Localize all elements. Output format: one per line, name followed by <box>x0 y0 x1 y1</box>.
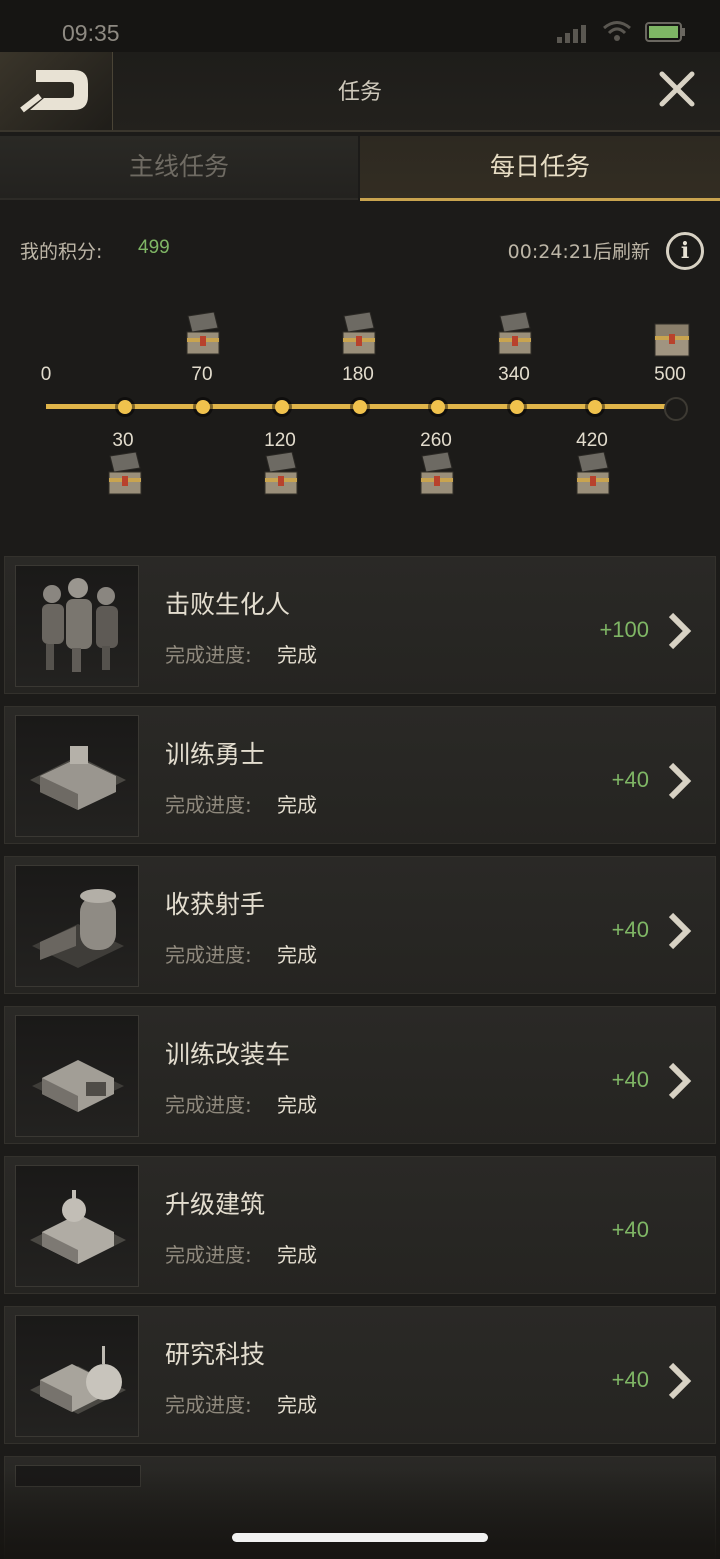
chevron-right-icon[interactable] <box>665 761 693 801</box>
research-lab-icon <box>15 1315 139 1437</box>
task-progress-label: 完成进度: <box>165 1243 252 1267</box>
barracks-icon <box>15 715 139 837</box>
open-chest-icon[interactable] <box>262 452 300 496</box>
header-bar: 任务 <box>0 52 720 132</box>
battery-icon <box>645 22 685 42</box>
milestone-label: 30 <box>112 430 134 451</box>
chevron-right-icon[interactable] <box>665 1061 693 1101</box>
task-row[interactable]: 击败生化人 完成进度: 完成 +100 <box>4 556 716 694</box>
status-bar: 09:35 <box>0 0 720 52</box>
shooter-camp-icon <box>15 865 139 987</box>
milestone-node <box>510 400 524 414</box>
milestone-node <box>431 400 445 414</box>
open-chest-icon[interactable] <box>184 312 222 356</box>
status-time: 09:35 <box>62 20 120 46</box>
chevron-right-icon[interactable] <box>665 611 693 651</box>
milestone-label: 0 <box>40 364 52 385</box>
task-progress-value: 完成 <box>277 1243 317 1267</box>
open-chest-icon[interactable] <box>340 312 378 356</box>
task-progress-value: 完成 <box>277 1393 317 1417</box>
closed-chest-icon[interactable] <box>652 318 692 358</box>
task-reward: +40 <box>611 1217 649 1242</box>
task-progress-value: 完成 <box>277 1093 317 1117</box>
task-progress-value: 完成 <box>277 793 317 817</box>
task-row[interactable]: 研究科技 完成进度: 完成 +40 <box>4 1306 716 1444</box>
chevron-right-icon[interactable] <box>665 1361 693 1401</box>
milestone-node <box>196 400 210 414</box>
chevron-right-icon[interactable] <box>665 911 693 951</box>
task-reward: +40 <box>611 1067 649 1092</box>
milestone-node <box>588 400 602 414</box>
open-chest-icon[interactable] <box>496 312 534 356</box>
close-button[interactable] <box>652 64 702 114</box>
milestone-node <box>118 400 132 414</box>
task-name: 击败生化人 <box>165 590 291 619</box>
milestone-end-node <box>664 397 688 421</box>
open-chest-icon[interactable] <box>418 452 456 496</box>
milestone-label: 420 <box>576 430 608 451</box>
task-progress-value: 完成 <box>277 943 317 967</box>
wifi-icon <box>603 21 631 41</box>
task-name: 升级建筑 <box>165 1190 266 1219</box>
task-progress-label: 完成进度: <box>165 793 252 817</box>
task-reward: +40 <box>611 917 649 942</box>
task-row[interactable]: 升级建筑 完成进度: 完成 +40 <box>4 1156 716 1294</box>
info-button[interactable]: i <box>666 232 704 270</box>
milestone-label: 180 <box>342 364 374 385</box>
task-progress-label: 完成进度: <box>165 643 252 667</box>
task-row[interactable]: 训练勇士 完成进度: 完成 +40 <box>4 706 716 844</box>
tab-bar: 主线任务 每日任务 <box>0 132 720 201</box>
points-label: 我的积分: <box>20 241 103 263</box>
capitol-building-icon <box>15 1165 139 1287</box>
task-reward: +100 <box>599 617 649 642</box>
garage-icon <box>15 1015 139 1137</box>
task-name: 研究科技 <box>165 1340 266 1369</box>
home-indicator[interactable] <box>232 1533 488 1542</box>
bottom-fade <box>0 1470 720 1559</box>
zombies-icon <box>15 565 139 687</box>
tab-main-quests[interactable]: 主线任务 <box>0 136 358 200</box>
task-progress-label: 完成进度: <box>165 1393 252 1417</box>
task-progress-value: 完成 <box>277 643 317 667</box>
refresh-timer: 00:24:21后刷新 <box>507 241 650 263</box>
task-reward: +40 <box>611 1367 649 1392</box>
open-chest-icon[interactable] <box>574 452 612 496</box>
task-reward: +40 <box>611 767 649 792</box>
points-value: 499 <box>138 237 170 258</box>
milestone-node <box>275 400 289 414</box>
milestone-label: 340 <box>498 364 530 385</box>
task-name: 训练勇士 <box>165 740 266 769</box>
cellular-signal-icon <box>557 25 586 43</box>
milestone-label: 500 <box>654 364 686 385</box>
task-row[interactable]: 收获射手 完成进度: 完成 +40 <box>4 856 716 994</box>
close-icon <box>659 71 695 107</box>
milestone-label: 70 <box>191 364 213 385</box>
milestone-label: 260 <box>420 430 452 451</box>
task-name: 训练改装车 <box>165 1040 291 1069</box>
page-title: 任务 <box>337 80 382 105</box>
open-chest-icon[interactable] <box>106 452 144 496</box>
task-name: 收获射手 <box>165 890 266 919</box>
milestone-label: 120 <box>264 430 296 451</box>
task-row[interactable]: 训练改装车 完成进度: 完成 +40 <box>4 1006 716 1144</box>
task-progress-label: 完成进度: <box>165 1093 252 1117</box>
tab-daily-quests[interactable]: 每日任务 <box>360 136 720 201</box>
info-icon: i <box>680 238 690 264</box>
task-progress-label: 完成进度: <box>165 943 252 967</box>
milestone-node <box>353 400 367 414</box>
